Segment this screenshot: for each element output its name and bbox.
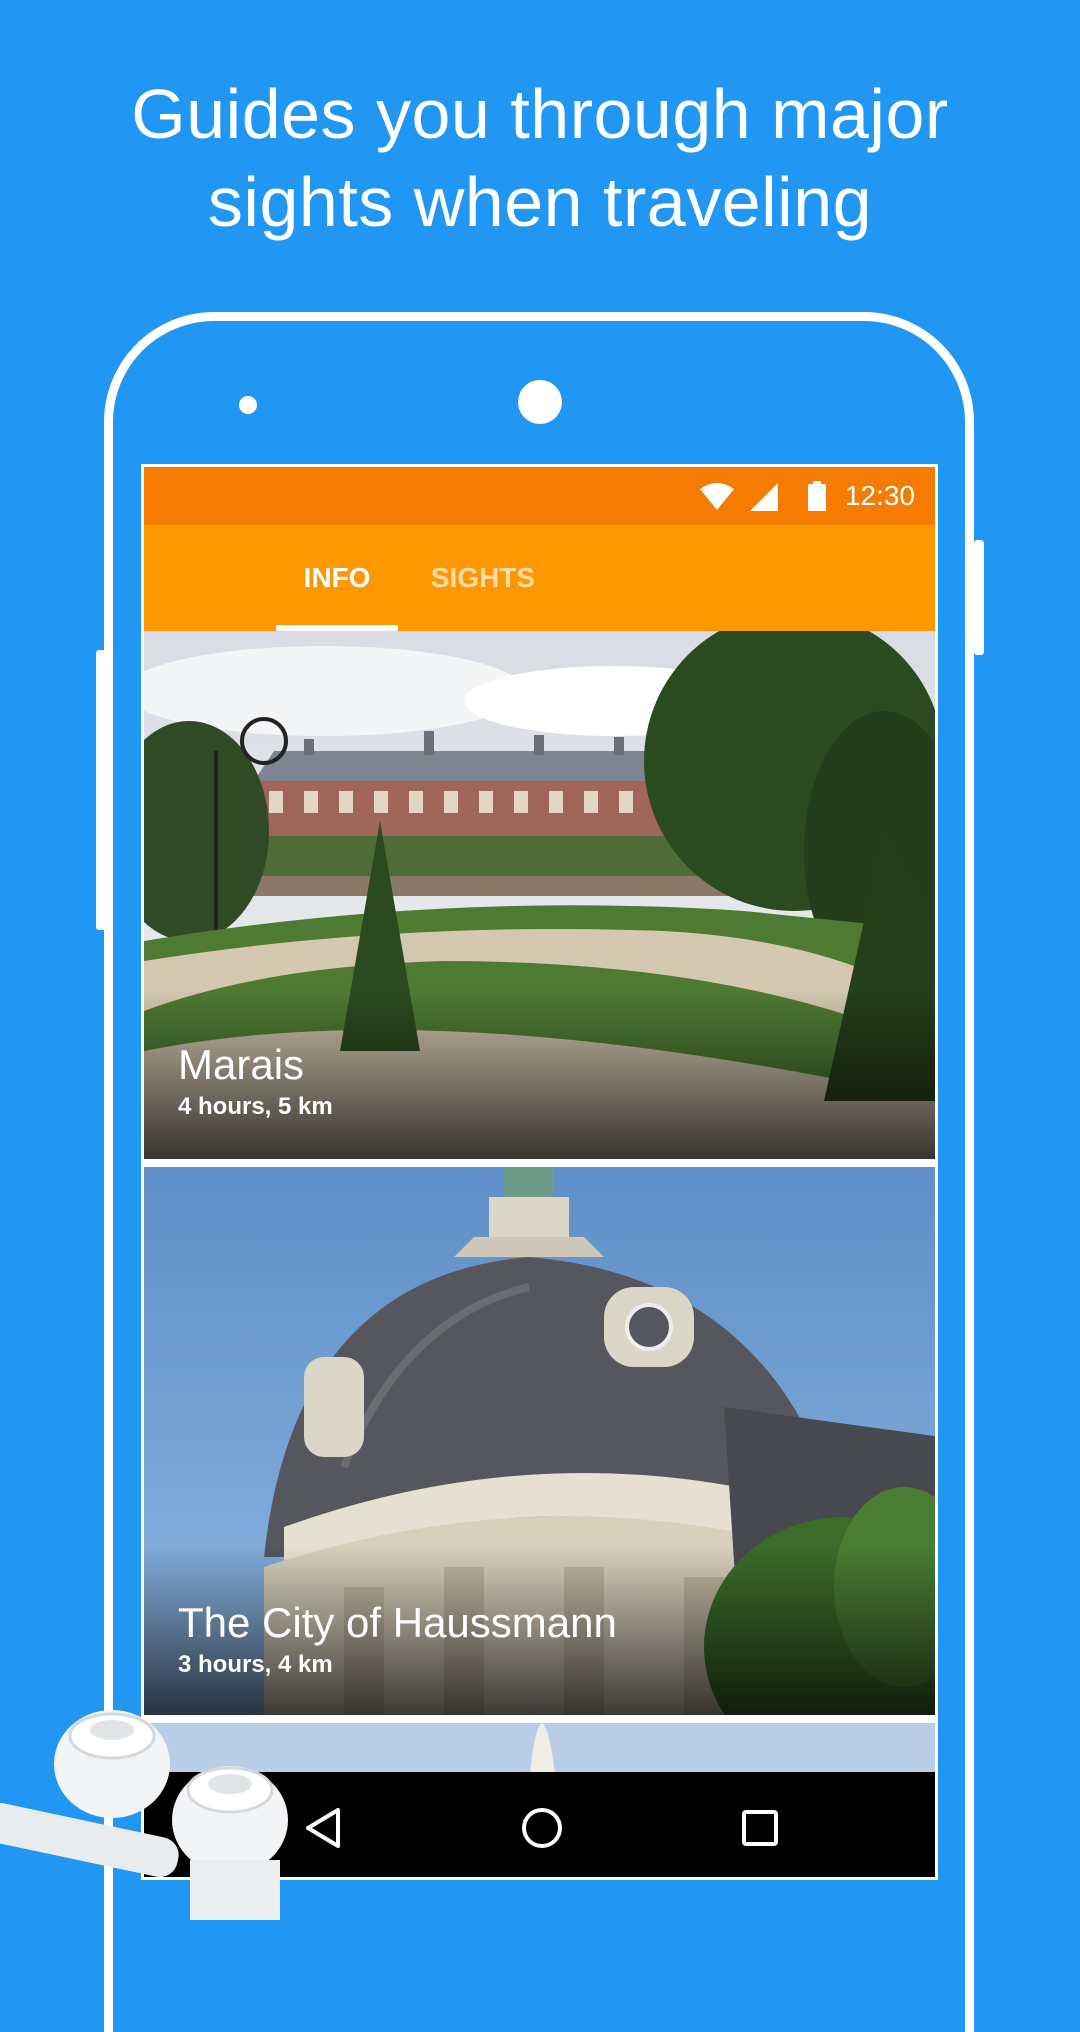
- card-title: Marais: [178, 1041, 305, 1088]
- card-subtitle: 3 hours, 4 km: [178, 1651, 333, 1678]
- tab-sights[interactable]: SIGHTS: [408, 525, 558, 631]
- tab-bar: INFO SIGHTS: [144, 525, 935, 631]
- headline-line-2: sights when traveling: [207, 163, 873, 241]
- card-subtitle: 4 hours, 5 km: [178, 1093, 333, 1120]
- volume-button: [96, 650, 106, 930]
- power-button: [974, 540, 984, 655]
- recents-icon[interactable]: [736, 1804, 784, 1852]
- earpiece-sensor: [518, 380, 562, 424]
- tour-card-haussmann[interactable]: The City of Haussmann 3 hours, 4 km: [144, 1167, 935, 1715]
- status-bar: 12:30: [144, 467, 935, 525]
- phone-screen: 12:30 INFO SIGHTS Marais 4 hours, 5 km T…: [141, 464, 938, 1880]
- signal-icon: [750, 483, 778, 511]
- headline: Guides you through major sights when tra…: [0, 70, 1080, 246]
- card-title: The City of Haussmann: [178, 1599, 617, 1646]
- headline-line-1: Guides you through major: [131, 75, 949, 153]
- status-time: 12:30: [844, 480, 915, 511]
- wifi-icon: [700, 483, 734, 510]
- front-camera: [239, 396, 257, 414]
- battery-icon: [808, 481, 826, 511]
- home-icon[interactable]: [518, 1804, 566, 1852]
- tour-card-marais[interactable]: Marais 4 hours, 5 km: [144, 631, 935, 1159]
- earbuds-image: [0, 1710, 288, 1920]
- tab-info[interactable]: INFO: [276, 525, 398, 631]
